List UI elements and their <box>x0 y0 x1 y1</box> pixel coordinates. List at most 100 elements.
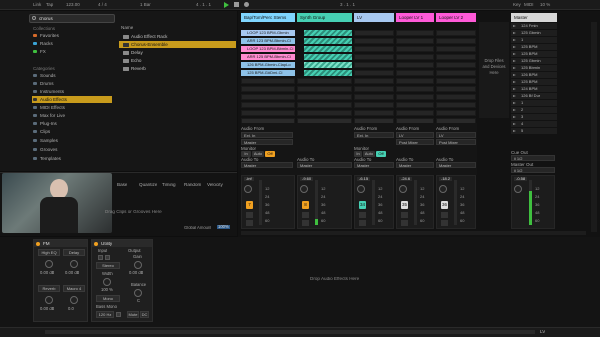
scene-play-icon[interactable] <box>513 66 516 69</box>
empty-clip-slot[interactable] <box>396 94 434 100</box>
empty-clip-slot[interactable] <box>436 62 476 68</box>
track-header-2[interactable]: Synth Group <box>297 13 352 22</box>
record-icon[interactable] <box>244 2 249 7</box>
empty-clip-slot[interactable] <box>436 78 476 84</box>
pan-knob[interactable] <box>399 185 407 193</box>
empty-clip-slot[interactable] <box>396 78 434 84</box>
input-type-select[interactable]: Ext. In <box>241 132 293 138</box>
time-signature[interactable]: 4 / 4 <box>98 2 107 8</box>
clip-slot[interactable]: 126 BPM-Gbmin-ClapLo <box>241 62 295 68</box>
empty-clip-slot[interactable] <box>297 86 352 92</box>
midi-map-button[interactable]: MIDI <box>524 2 534 8</box>
scene-play-icon[interactable] <box>513 31 516 34</box>
phase-left-toggle[interactable] <box>98 255 103 260</box>
category-grooves[interactable]: Grooves <box>32 146 112 153</box>
input-channel-select[interactable]: Master <box>241 139 293 145</box>
scene-launch[interactable]: 124 BPM <box>511 86 557 92</box>
empty-clip-slot[interactable] <box>241 86 295 92</box>
scene-launch[interactable]: 4 <box>511 121 557 127</box>
output-select-4[interactable]: Master <box>396 162 434 168</box>
scene-launch[interactable]: 125 BPM <box>511 44 557 50</box>
macro-reverb[interactable]: Reverb <box>38 285 60 292</box>
track-activator[interactable]: 7 <box>246 201 253 209</box>
track-header-1[interactable]: Bap/Tom/Perc Stems <box>241 13 295 22</box>
volume-field[interactable]: -inf <box>244 177 254 181</box>
scene-launch[interactable]: 126 BPM <box>511 72 557 78</box>
pan-knob[interactable] <box>244 185 252 193</box>
empty-clip-slot[interactable] <box>241 102 295 108</box>
browser-item-chorus-ensemble[interactable]: Chorus-Ensemble <box>119 41 236 48</box>
clip-slot[interactable]: ARR 123 BPM-Bbmin-Cl <box>241 38 295 44</box>
track-activator[interactable]: 35 <box>401 201 408 209</box>
quantize-menu[interactable]: 1 Bar <box>140 2 151 8</box>
clip-slot[interactable]: LOOP 123 BPM-Bbmin-Cl <box>241 46 295 52</box>
pan-knob[interactable] <box>439 185 447 193</box>
device-power-icon[interactable] <box>94 241 98 246</box>
empty-clip-slot[interactable] <box>241 94 295 100</box>
width-knob[interactable] <box>103 278 111 286</box>
clip-slot[interactable] <box>304 30 352 36</box>
device-scrollbar[interactable] <box>45 330 535 334</box>
pan-knob[interactable] <box>357 185 365 193</box>
category-midi-effects[interactable]: MIDI Effects <box>32 104 112 111</box>
bass-mono-freq[interactable]: 120 Hz <box>96 311 114 318</box>
empty-clip-slot[interactable] <box>354 86 394 92</box>
scene-launch[interactable]: 126 Bf Dur <box>511 93 557 99</box>
empty-clip-slot[interactable] <box>396 110 434 116</box>
solo-button[interactable] <box>441 212 448 218</box>
tap-button[interactable]: Tap <box>46 2 53 8</box>
category-templates[interactable]: Templates <box>32 155 112 162</box>
macro-knob-3[interactable] <box>45 296 53 304</box>
play-icon[interactable] <box>224 2 229 8</box>
arm-button[interactable] <box>359 220 366 226</box>
arm-button[interactable] <box>246 220 253 226</box>
scene-launch[interactable]: 1 <box>511 100 557 106</box>
empty-clip-slot[interactable] <box>396 62 434 68</box>
track-header-5[interactable]: Looper LV 2 <box>436 13 476 22</box>
category-plug-ins[interactable]: Plug-Ins <box>32 120 112 127</box>
solo-button[interactable] <box>359 212 366 218</box>
scene-play-icon[interactable] <box>513 59 516 62</box>
scene-play-icon[interactable] <box>513 38 516 41</box>
empty-clip-slot[interactable] <box>436 38 476 44</box>
collection-fx[interactable]: FX <box>32 48 112 55</box>
scene-drop-zone[interactable]: Drop Files and Devices Here <box>479 22 509 118</box>
browser-item-delay[interactable]: Delay <box>119 49 236 56</box>
link-button[interactable]: Link <box>33 2 41 8</box>
master-header[interactable]: Master <box>511 13 557 22</box>
empty-clip-slot[interactable] <box>241 78 295 84</box>
volume-field[interactable]: -24.6 <box>399 177 413 181</box>
empty-clip-slot[interactable] <box>241 110 295 116</box>
clip-slot[interactable]: 125 BPM-G#Dmi-Cl <box>241 70 295 76</box>
empty-clip-slot[interactable] <box>354 30 394 36</box>
empty-clip-slot[interactable] <box>436 46 476 52</box>
device-power-icon[interactable] <box>36 241 40 246</box>
pan-knob[interactable] <box>300 185 308 193</box>
empty-clip-slot[interactable] <box>354 62 394 68</box>
empty-clip-slot[interactable] <box>297 110 352 116</box>
category-audio-effects[interactable]: Audio Effects <box>32 96 112 103</box>
input-tap-select-5[interactable]: Post Mixer <box>436 139 476 145</box>
empty-clip-slot[interactable] <box>297 102 352 108</box>
input-tap-select-4[interactable]: Post Mixer <box>396 139 434 145</box>
empty-clip-slot[interactable] <box>396 86 434 92</box>
scene-launch[interactable]: 125 BPM <box>511 51 557 57</box>
category-samples[interactable]: Samples <box>32 137 112 144</box>
input-type-select-3[interactable]: Ext. In <box>354 132 394 138</box>
phase-right-toggle[interactable] <box>105 255 110 260</box>
empty-clip-slot[interactable] <box>436 110 476 116</box>
track-activator[interactable]: 34 <box>359 201 366 209</box>
channel-mode-select[interactable]: Stereo <box>96 262 120 269</box>
monitor-off-button[interactable]: Off <box>265 151 275 157</box>
track-header-4[interactable]: Looper LV 1 <box>396 13 434 22</box>
volume-field[interactable]: -18.2 <box>439 177 453 181</box>
vertical-scrollbar[interactable] <box>591 22 597 232</box>
output-select-3[interactable]: Master <box>354 162 394 168</box>
browser-item-echo[interactable]: Echo <box>119 57 236 64</box>
volume-field[interactable]: -6.15 <box>357 177 371 181</box>
empty-clip-slot[interactable] <box>354 70 394 76</box>
macro-knob-2[interactable] <box>70 260 78 268</box>
global-amount-value[interactable]: 100% <box>217 225 230 230</box>
scene-play-icon[interactable] <box>513 52 516 55</box>
empty-clip-slot[interactable] <box>396 30 434 36</box>
